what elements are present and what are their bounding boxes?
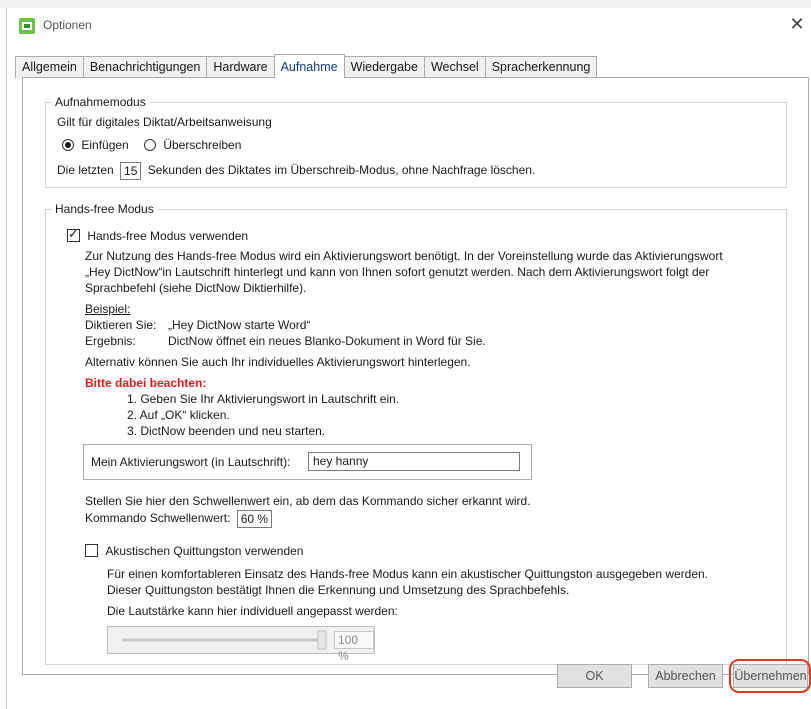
radio-ueberschreiben-label: Überschreiben — [163, 138, 242, 152]
group-handsfree-legend: Hands-free Modus — [52, 202, 157, 216]
volume-slider-frame: 100 % — [107, 626, 375, 663]
options-dialog: Optionen ✕ Allgemein Benachrichtigungen … — [6, 8, 811, 709]
ack-desc-line2: Dieser Quittungston bestätigt Ihnen die … — [107, 583, 570, 597]
group-aufnahmemodus-legend: Aufnahmemodus — [52, 95, 149, 109]
ack-tone-checkbox[interactable] — [85, 544, 98, 557]
radio-option-einfuegen[interactable]: Einfügen — [62, 138, 129, 152]
threshold-input[interactable]: 60 % — [236, 510, 273, 528]
aufnahmemodus-subtitle: Gilt für digitales Diktat/Arbeitsanweisu… — [57, 115, 272, 129]
handsfree-desc-line2: „Hey DictNow“in Lautschrift hinterlegt u… — [85, 265, 710, 279]
tab-wechsel[interactable]: Wechsel — [423, 56, 485, 78]
tab-wiedergabe[interactable]: Wiedergabe — [344, 56, 424, 78]
note-step-1: 1. Geben Sie Ihr Aktivierungswort in Lau… — [127, 392, 400, 406]
ack-tone-option[interactable]: Akustischen Quittungston verwenden — [85, 544, 303, 558]
volume-value: 100 % — [334, 631, 374, 663]
radio-option-ueberschreiben[interactable]: Überschreiben — [144, 138, 241, 152]
ack-desc-line1: Für einen komfortableren Einsatz des Han… — [107, 567, 709, 581]
tab-panel-aufnahme: Aufnahmemodus Gilt für digitales Diktat/… — [22, 77, 809, 675]
apply-button-highlight — [729, 659, 811, 693]
handsfree-desc-line3: Sprachbefehl (siehe DictNow Diktierhilfe… — [85, 281, 307, 295]
radio-einfuegen[interactable] — [62, 139, 74, 151]
volume-slider[interactable] — [112, 627, 332, 653]
threshold-label: Kommando Schwellenwert: — [85, 511, 231, 526]
ack-tone-label: Akustischen Quittungston verwenden — [105, 544, 304, 558]
tab-hardware[interactable]: Hardware — [206, 56, 274, 78]
delete-seconds-input[interactable]: 15 — [120, 162, 142, 180]
tab-benachrichtigungen[interactable]: Benachrichtigungen — [82, 56, 207, 78]
background-window-strip — [0, 0, 811, 8]
tab-aufnahme[interactable]: Aufnahme — [273, 54, 345, 78]
close-icon[interactable]: ✕ — [785, 14, 809, 38]
delete-seconds-row: Die letzten 15 Sekunden des Diktates im … — [57, 162, 535, 180]
handsfree-desc-line1: Zur Nutzung des Hands-free Modus wird ei… — [85, 249, 723, 263]
delete-prefix: Die letzten — [57, 163, 114, 178]
handsfree-use-label: Hands-free Modus verwenden — [87, 229, 249, 243]
result-label: Ergebnis: — [85, 334, 136, 348]
note-heading: Bitte dabei beachten: — [85, 376, 207, 390]
wakeword-label: Mein Aktivierungswort (in Lautschrift): — [91, 455, 291, 469]
result-value: DictNow öffnet ein neues Blanko-Dokument… — [168, 334, 486, 348]
handsfree-use-option[interactable]: ✓ Hands-free Modus verwenden — [67, 227, 249, 243]
ok-button[interactable]: OK — [557, 664, 632, 688]
tab-bar: Allgemein Benachrichtigungen Hardware Au… — [15, 54, 598, 78]
dictate-label: Diktieren Sie: — [85, 318, 157, 332]
checkmark-icon: ✓ — [68, 227, 79, 242]
note-step-2: 2. Auf „OK“ klicken. — [127, 408, 230, 422]
threshold-row: Kommando Schwellenwert: 60 % — [85, 510, 273, 528]
radio-einfuegen-label: Einfügen — [81, 138, 129, 152]
threshold-description: Stellen Sie hier den Schwellenwert ein, … — [85, 494, 531, 508]
alternative-text: Alternativ können Sie auch Ihr individue… — [85, 355, 471, 369]
app-icon — [19, 18, 35, 34]
wakeword-input[interactable]: hey hanny — [308, 452, 520, 471]
handsfree-use-checkbox[interactable]: ✓ — [67, 227, 80, 242]
tab-spracherkennung[interactable]: Spracherkennung — [484, 56, 598, 78]
dictate-value: „Hey DictNow starte Word“ — [168, 318, 311, 332]
tab-allgemein[interactable]: Allgemein — [15, 56, 83, 78]
example-heading: Beispiel: — [85, 302, 131, 316]
radio-ueberschreiben[interactable] — [144, 139, 156, 151]
title-bar: Optionen ✕ — [7, 8, 811, 44]
delete-suffix: Sekunden des Diktates im Überschreib-Mod… — [147, 163, 536, 178]
volume-label: Die Lautstärke kann hier individuell ang… — [107, 604, 398, 618]
cancel-button[interactable]: Abbrechen — [648, 664, 723, 688]
note-step-3: 3. DictNow beenden und neu starten. — [127, 424, 326, 438]
window-title: Optionen — [43, 18, 92, 32]
